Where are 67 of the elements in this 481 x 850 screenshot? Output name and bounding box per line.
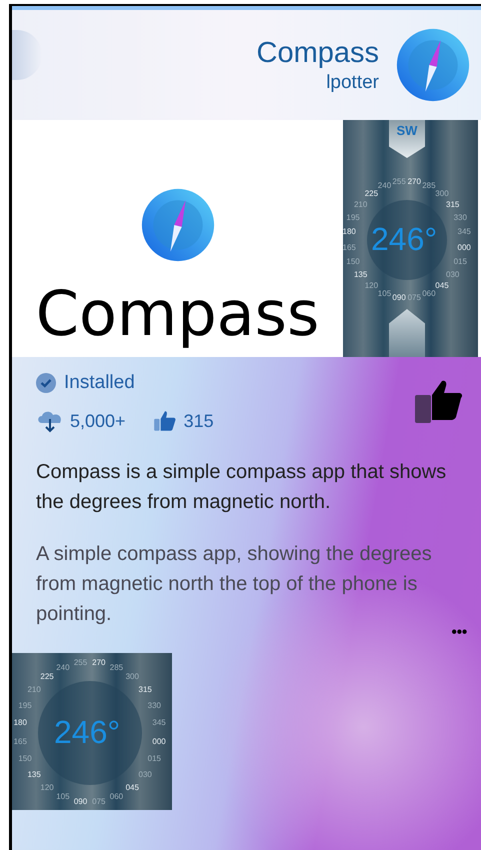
heading-label: SW [396,124,418,140]
dial-label: 165 [343,244,356,252]
dial-label: 240 [378,182,392,190]
glow-decoration [12,30,42,80]
dial-label: 300 [126,672,139,681]
description-text: Compass is a simple compass app that shows the degrees from magnetic north. [36,460,448,514]
dial-label: 060 [422,290,436,298]
dial-label: 195 [18,702,32,710]
dial-label: 000 [458,244,471,252]
app-title: Compass [256,36,379,71]
dial-label: 105 [378,290,392,298]
cloud-download-icon [36,409,64,433]
description-text: A simple compass app, showing the degrees from magnetic north the top of the phone is pointing. [36,542,433,626]
dial-label: 165 [14,738,27,746]
dial-label: 150 [346,258,360,266]
dial-label: 285 [110,664,124,672]
dial-label: 225 [40,672,54,681]
dial-label: 045 [126,784,139,792]
dial-label: 075 [408,294,421,302]
degree-reading: 246° [371,223,438,255]
dial-label: 180 [14,719,27,728]
dial-label: 330 [454,214,467,222]
dial-label: 210 [354,200,368,209]
dial-label: 015 [148,755,162,764]
dial-label: 135 [354,271,368,280]
dial-label: 210 [27,686,41,694]
dial-label: 150 [18,755,32,764]
dial-label: 180 [343,228,356,236]
dial-label: 060 [110,793,124,802]
dial-label: 105 [56,793,70,802]
more-button[interactable]: ••• [451,624,467,640]
dial-label: 030 [138,771,152,780]
dial-label: 225 [364,190,378,198]
dial-label: 345 [458,228,471,236]
download-count: 5,000+ [70,410,126,432]
dial-label: 120 [364,282,378,290]
app-screenshot[interactable]: 240255 270285 225 300 210 315 195 330 180 345 165 000 150 015 135 030 120 045 105090 075060 SW 246° [343,120,478,357]
dial-label: 000 [152,738,166,746]
dial-label: 045 [435,282,449,290]
dial-label: 240 [56,664,70,672]
dial-label: 015 [454,258,467,266]
dial-label: 270 [92,659,106,668]
dial-label: 270 [408,178,421,186]
dial-label: 135 [27,771,41,780]
dial-label: 300 [435,190,449,198]
dial-label: 195 [346,214,360,222]
dial-label: 315 [138,686,152,694]
dial-label: 030 [446,271,460,280]
status-label: Installed [64,371,135,395]
dial-label: 120 [40,784,54,792]
like-button[interactable] [415,379,465,425]
dial-label: 090 [392,294,406,302]
dial-label: 255 [392,178,406,186]
thumbs-up-icon [415,379,465,425]
dial-label: 075 [92,798,106,806]
dial-label: 090 [74,798,88,806]
dial-label: 345 [152,719,166,728]
dial-label: 315 [446,200,460,209]
dial-label: 330 [148,702,162,710]
app-screenshot[interactable]: 240 255 270 285 225 300 210 315 195 330 180 345 165 000 150 015 135 030 120 045 105 090 075 060 246° [12,652,172,810]
app-icon [395,27,471,103]
degree-reading: 246° [54,716,120,748]
banner-icon [140,187,216,263]
like-count[interactable]: 315 [184,408,214,434]
author-name: lpotter [326,71,379,95]
dial-label: 285 [422,182,436,190]
dial-label: 255 [74,659,88,668]
